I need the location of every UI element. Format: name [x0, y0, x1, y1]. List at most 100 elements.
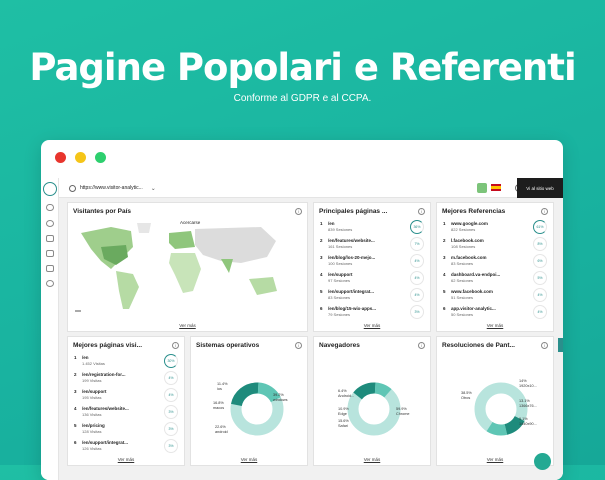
card-title: Principales páginas ...: [319, 208, 388, 215]
list-item[interactable]: 2/en/features/website... 161 Sesiones 7%: [320, 236, 424, 254]
logo-icon[interactable]: [43, 182, 57, 196]
africa-region: [169, 253, 201, 293]
card-title: Sistemas operativos: [196, 342, 260, 349]
list-item[interactable]: 2/en/registration-for... 199 Visitas 4%: [74, 370, 178, 388]
browsers-card: Navegadores i 6.4% Android... 10.9% Edge…: [313, 336, 431, 466]
list-item[interactable]: 1 www.google.com 822 Sesiones 61%: [443, 219, 547, 237]
chat-bubble-icon[interactable]: [534, 453, 551, 470]
info-icon[interactable]: i: [541, 342, 548, 349]
percent-ring: 4%: [410, 288, 424, 302]
india-region: [221, 259, 233, 273]
settings-icon[interactable]: [46, 280, 54, 287]
close-dot[interactable]: [55, 152, 66, 163]
percent-ring: 4%: [533, 288, 547, 302]
list-item[interactable]: 4/en/features/website... 136 Visitas 3%: [74, 404, 178, 422]
list-item[interactable]: 4/en/support 97 Sesiones 4%: [320, 270, 424, 288]
feedback-tab[interactable]: [558, 338, 563, 352]
top-referrers-card: Mejores Referencias i 1 www.google.com 822…: [436, 202, 554, 332]
chat-icon[interactable]: [46, 250, 54, 257]
dashboard: https://www.visitor-analytic... ⌄ Vi al …: [41, 178, 563, 480]
asia-region: [195, 227, 276, 263]
list-item[interactable]: 6/en/blog/15-wix-apps... 79 Sesiones 3%: [320, 304, 424, 322]
card-title: Visitantes por País: [73, 208, 132, 215]
legend-label: 39.2% windows: [273, 393, 288, 402]
info-icon[interactable]: i: [418, 342, 425, 349]
globe-icon: [69, 184, 76, 192]
hero-title: Pagine Popolari e Referenti: [29, 46, 576, 89]
card-title: Mejores Referencias: [442, 208, 506, 215]
see-more-link[interactable]: Ver más: [68, 323, 307, 328]
percent-ring: 3%: [410, 305, 424, 319]
target-icon[interactable]: [46, 220, 54, 227]
language-flag-icon[interactable]: [491, 184, 501, 191]
list-item[interactable]: 3 m.facebook.com 83 Sesiones 6%: [443, 253, 547, 271]
percent-ring: 3%: [164, 439, 178, 453]
info-icon[interactable]: i: [541, 208, 548, 215]
list-item[interactable]: 6/en/support/integrat... 126 Visitas 3%: [74, 438, 178, 456]
legend-label: 22.6% android: [215, 425, 228, 434]
window-controls: [55, 152, 106, 163]
info-icon[interactable]: i: [418, 208, 425, 215]
info-icon[interactable]: i: [295, 342, 302, 349]
list-item[interactable]: 5 www.facebook.com 51 Sesiones 4%: [443, 287, 547, 305]
app-window: https://www.visitor-analytic... ⌄ Vi al …: [41, 140, 563, 480]
percent-ring: 30%: [164, 354, 178, 368]
donut-chart[interactable]: [344, 379, 404, 439]
list-item[interactable]: 1/en 1.452 Visitas 30%: [74, 353, 178, 371]
percent-ring: 4%: [164, 371, 178, 385]
site-url: https://www.visitor-analytic...: [80, 185, 143, 191]
info-icon[interactable]: i: [172, 342, 179, 349]
site-selector[interactable]: https://www.visitor-analytic... ⌄: [69, 181, 169, 195]
screen-resolutions-card: Resoluciones de Pant... i 38.5% Otros 14…: [436, 336, 554, 466]
percent-ring: 4%: [410, 254, 424, 268]
legend-label: 16.8% macos: [213, 401, 225, 410]
see-more-link[interactable]: Ver más: [437, 323, 553, 328]
operating-systems-card: Sistemas operativos i 11.4% ios 16.8% ma…: [190, 336, 308, 466]
europe-region: [169, 231, 195, 249]
percent-ring: 61%: [533, 220, 547, 234]
mail-icon[interactable]: [46, 235, 54, 242]
zoom-tooltip: Acercarse: [178, 219, 203, 226]
list-item[interactable]: 4 dashboard.va-endpoi... 62 Sesiones 5%: [443, 270, 547, 288]
card-title: Resoluciones de Pant...: [442, 342, 515, 349]
legend-label: 9.1% 1440x90...: [519, 417, 537, 426]
see-more-link[interactable]: Ver más: [314, 457, 430, 462]
info-icon[interactable]: i: [295, 208, 302, 215]
cloud-icon[interactable]: [46, 204, 54, 211]
minimize-dot[interactable]: [75, 152, 86, 163]
chevron-down-icon: ⌄: [150, 185, 156, 192]
go-to-site-button[interactable]: Vi al sitio web: [517, 178, 563, 198]
percent-ring: 6%: [533, 254, 547, 268]
document-icon[interactable]: [46, 265, 54, 272]
world-map[interactable]: [71, 219, 306, 317]
list-item[interactable]: 2 l.facebook.com 108 Sesiones 8%: [443, 236, 547, 254]
legend-label: 38.5% Otros: [461, 391, 472, 400]
legend-label: 10.9% Edge: [338, 407, 349, 416]
legend-label: 15.6% Safari: [338, 419, 349, 428]
list-item[interactable]: 1/en 839 Sesiones 36%: [320, 219, 424, 237]
list-item[interactable]: 3/en/support 195 Visitas 4%: [74, 387, 178, 405]
list-item[interactable]: 6 app.visitor-analytic... 50 Sesiones 4%: [443, 304, 547, 322]
see-more-link[interactable]: Ver más: [191, 457, 307, 462]
see-more-link[interactable]: Ver más: [314, 323, 430, 328]
legend-label: 13.1% 1366x76...: [519, 399, 537, 408]
south-america-region: [116, 271, 139, 309]
legend-label: 59.9% Chrome: [396, 407, 410, 416]
percent-ring: 7%: [410, 237, 424, 251]
see-more-link[interactable]: Ver más: [68, 457, 184, 462]
top-bar: https://www.visitor-analytic... ⌄ Vi al …: [59, 178, 563, 198]
report-icon[interactable]: [477, 183, 487, 193]
top-pages-card: Principales páginas ... i 1/en 839 Sesion…: [313, 202, 431, 332]
card-title: Navegadores: [319, 342, 360, 349]
donut-chart[interactable]: [471, 379, 531, 439]
list-item[interactable]: 3/en/blog/los-20-mejo... 100 Sesiones 4%: [320, 253, 424, 271]
maximize-dot[interactable]: [95, 152, 106, 163]
greenland-region: [137, 223, 151, 233]
list-item[interactable]: 5/en/support/integrat... 83 Sesiones 4%: [320, 287, 424, 305]
top-visited-pages-card: Mejores páginas visi... i 1/en 1.452 Visi…: [67, 336, 185, 466]
legend-label: 11.4% ios: [217, 382, 228, 391]
donut-chart[interactable]: [227, 379, 287, 439]
list-item[interactable]: 5/en/pricing 128 Visitas 3%: [74, 421, 178, 439]
percent-ring: 4%: [164, 388, 178, 402]
percent-ring: 3%: [164, 422, 178, 436]
